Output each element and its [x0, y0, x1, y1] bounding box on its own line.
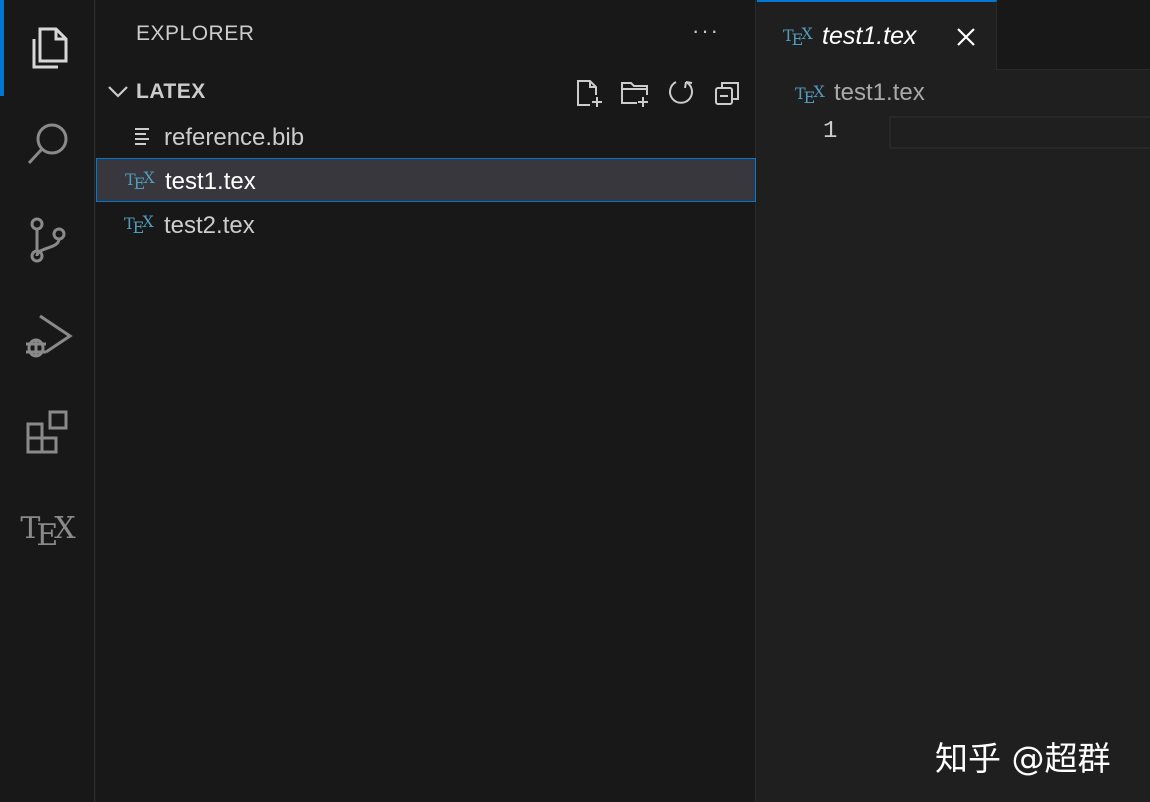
lines-icon — [135, 128, 149, 145]
activity-bar: TEX — [0, 0, 95, 802]
explorer-activity-button[interactable] — [0, 0, 95, 96]
watermark: 知乎 @超群 — [935, 739, 1111, 778]
chevron-down-icon — [108, 86, 128, 98]
files-icon — [32, 27, 67, 69]
file-name: test2.tex — [164, 212, 255, 239]
tab-test1-tex[interactable]: TEX test1.tex — [757, 0, 997, 70]
file-name: reference.bib — [164, 124, 305, 151]
tex-file-icon: TEX — [124, 212, 154, 237]
new-file-icon — [577, 80, 602, 107]
tex-icon: TEX — [20, 510, 75, 553]
editor-area[interactable]: 1 — [757, 116, 1150, 802]
file-item-reference-bib[interactable]: reference.bib — [96, 115, 756, 159]
tab-label: test1.tex — [822, 22, 917, 50]
sidebar-title: EXPLORER — [136, 22, 255, 45]
refresh-icon — [669, 81, 693, 104]
search-activity-button[interactable] — [0, 96, 95, 192]
source-control-activity-button[interactable] — [0, 192, 95, 288]
close-icon[interactable] — [955, 26, 977, 48]
editor-tab-bar: TEX test1.tex — [757, 0, 1150, 70]
tex-file-icon: TEX — [125, 168, 155, 193]
tex-file-icon: TEX — [795, 82, 825, 107]
breadcrumb: TEX test1.tex — [757, 70, 1150, 116]
line-number: 1 — [823, 118, 838, 145]
extensions-icon — [26, 410, 67, 454]
run-debug-activity-button[interactable] — [0, 288, 95, 384]
file-item-test2-tex[interactable]: TEX test2.tex — [96, 203, 756, 247]
tex-file-icon: TEX — [783, 24, 813, 49]
section-title: LATEX — [136, 80, 206, 103]
explorer-sidebar: EXPLORER ··· LATEX reference.bib TEX tes… — [96, 0, 756, 802]
collapse-all-button[interactable] — [710, 76, 744, 110]
tex-activity-button[interactable]: TEX — [0, 480, 95, 576]
new-file-button[interactable] — [572, 76, 606, 110]
breadcrumb-item[interactable]: test1.tex — [834, 79, 925, 107]
file-name: test1.tex — [165, 168, 256, 195]
extensions-activity-button[interactable] — [0, 384, 95, 480]
more-actions-button[interactable]: ··· — [692, 18, 720, 44]
run-debug-icon — [25, 314, 73, 358]
section-actions — [572, 76, 744, 110]
new-folder-icon — [621, 82, 648, 107]
source-control-icon — [30, 217, 65, 263]
new-folder-button[interactable] — [618, 76, 652, 110]
collapse-all-icon — [715, 82, 739, 105]
refresh-button[interactable] — [664, 76, 698, 110]
search-icon — [27, 123, 67, 165]
file-item-test1-tex[interactable]: TEX test1.tex — [96, 158, 756, 202]
workspace-section-header[interactable]: LATEX — [96, 70, 756, 114]
current-line-highlight[interactable] — [889, 116, 1150, 149]
